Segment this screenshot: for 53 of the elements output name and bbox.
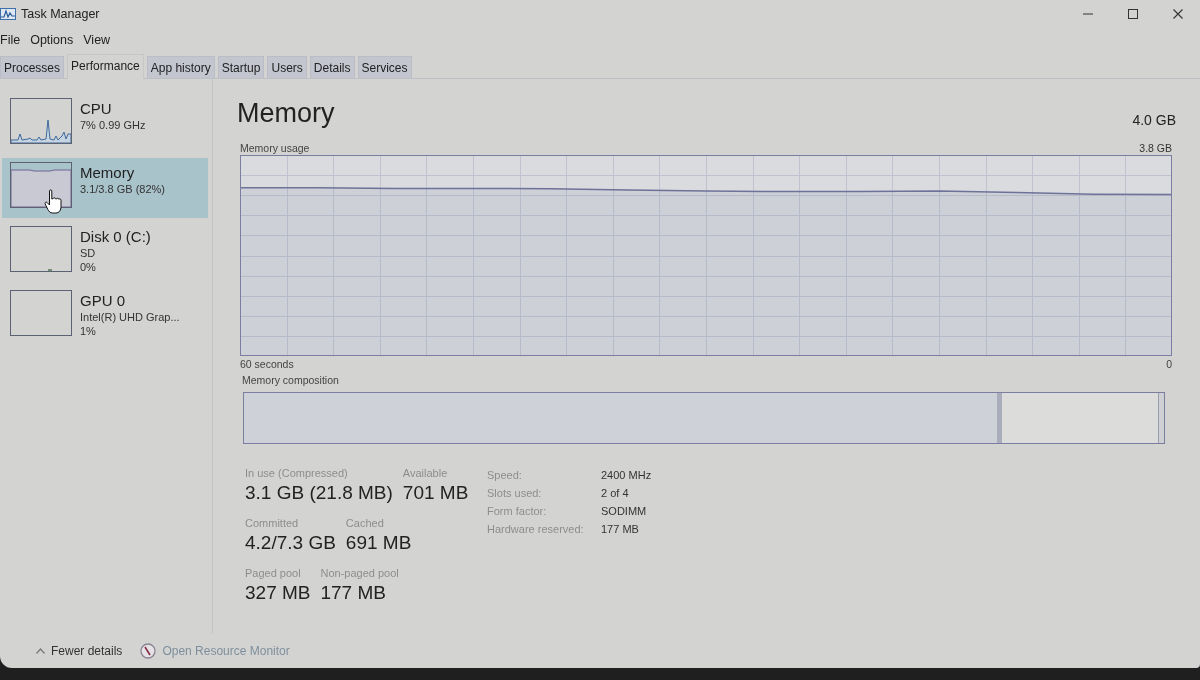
gauge-icon bbox=[140, 643, 157, 659]
sidebar-item[interactable]: CPU 7% 0.99 GHz bbox=[2, 94, 208, 154]
close-icon bbox=[1172, 9, 1183, 19]
menu-item[interactable]: View bbox=[83, 33, 111, 47]
sidebar-item[interactable]: Disk 0 (C:) SD 0% bbox=[2, 222, 208, 282]
property-value: SODIMM bbox=[601, 504, 648, 519]
tab[interactable]: Details bbox=[309, 56, 355, 78]
stat-label: Available bbox=[402, 466, 449, 480]
fewer-details-button[interactable]: Fewer details bbox=[36, 644, 123, 658]
memory-capacity: 4.0 GB bbox=[1132, 111, 1176, 129]
tab[interactable]: Users bbox=[267, 56, 307, 78]
mini-graph-icon bbox=[10, 98, 72, 144]
sidebar-item[interactable]: Memory 3.1/3.8 GB (82%) bbox=[2, 158, 208, 218]
window-title: Task Manager bbox=[21, 7, 100, 21]
caret-up-icon bbox=[36, 648, 45, 654]
stat-value: 4.2/7.3 GB bbox=[245, 531, 336, 555]
stat-value: 691 MB bbox=[345, 531, 412, 555]
stat-label: In use (Compressed) bbox=[245, 466, 349, 480]
property-label: Hardware reserved: bbox=[487, 522, 585, 537]
time-end-label: 0 bbox=[1166, 358, 1172, 370]
mini-graph-icon bbox=[10, 226, 72, 272]
stat-value: 3.1 GB (21.8 MB) bbox=[245, 481, 393, 505]
property-label: Slots used: bbox=[487, 486, 543, 501]
stat-label: Committed bbox=[245, 516, 300, 530]
sidebar-item[interactable]: GPU 0 Intel(R) UHD Grap... 1% bbox=[2, 286, 208, 346]
property-label: Form factor: bbox=[487, 504, 548, 519]
property-label: Speed: bbox=[487, 468, 523, 483]
tab[interactable]: Services bbox=[357, 56, 412, 78]
stat-label: Paged pool bbox=[245, 566, 302, 580]
property-value: 177 MB bbox=[601, 522, 640, 537]
menu-item[interactable]: Options bbox=[30, 33, 74, 47]
property-value: 2 of 4 bbox=[601, 486, 630, 501]
tab[interactable]: Processes bbox=[0, 56, 65, 78]
stat-label: Cached bbox=[345, 516, 385, 530]
property-value: 2400 MHz bbox=[601, 468, 652, 483]
mini-graph-icon bbox=[10, 290, 72, 336]
stat-label: Non-paged pool bbox=[320, 566, 399, 580]
chart-window-icon bbox=[0, 8, 16, 20]
section-label: Memory composition bbox=[242, 374, 340, 386]
graph-label: Memory usage bbox=[240, 142, 310, 154]
mini-graph-icon bbox=[10, 162, 72, 208]
tab[interactable]: Startup bbox=[217, 56, 265, 78]
tab[interactable]: App history bbox=[146, 56, 215, 78]
stat-value: 327 MB bbox=[245, 581, 311, 605]
graph-max-label: 3.8 GB bbox=[1139, 142, 1172, 154]
menu-item[interactable]: File bbox=[0, 33, 21, 47]
stat-value: 177 MB bbox=[320, 581, 387, 605]
tab[interactable]: Performance bbox=[67, 54, 144, 79]
hand-cursor-icon bbox=[44, 189, 62, 214]
stat-value: 701 MB bbox=[402, 481, 469, 505]
maximize-icon bbox=[1127, 9, 1138, 19]
time-span-label: 60 seconds bbox=[240, 358, 294, 370]
panel-title: Memory bbox=[237, 97, 335, 129]
